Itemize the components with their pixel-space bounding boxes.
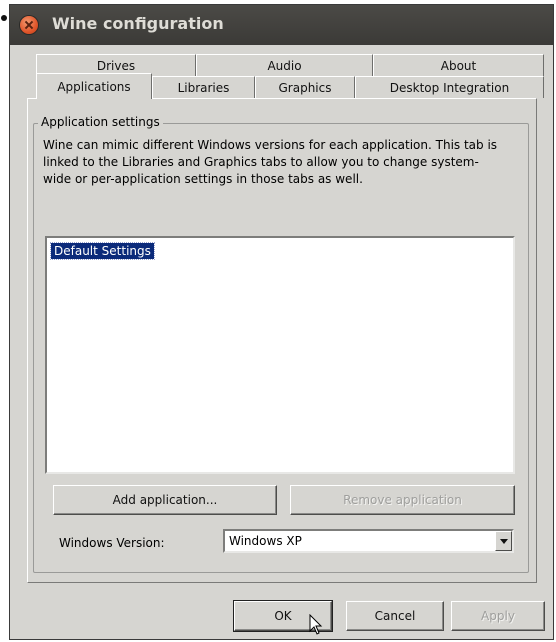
apply-label: Apply (481, 609, 515, 623)
tab-audio[interactable]: Audio (196, 54, 373, 76)
tab-row-front: Applications Libraries Graphics Desktop … (36, 73, 544, 99)
remove-application-button[interactable]: Remove application (290, 485, 515, 515)
windows-version-value: Windows XP (229, 534, 302, 548)
close-icon[interactable] (20, 16, 38, 34)
apply-button[interactable]: Apply (451, 601, 545, 631)
add-application-button[interactable]: Add application... (53, 485, 277, 515)
tab-applications[interactable]: Applications (36, 73, 152, 99)
windows-version-label: Windows Version: (59, 536, 165, 550)
description-text: Wine can mimic different Windows version… (43, 138, 498, 186)
bullet-marker (1, 15, 7, 21)
application-list[interactable]: Default Settings (45, 236, 515, 474)
mouse-pointer-icon (309, 614, 323, 635)
tab-desktop-integration[interactable]: Desktop Integration (355, 76, 544, 98)
tab-graphics[interactable]: Graphics (255, 76, 355, 98)
add-application-label: Add application... (112, 493, 218, 507)
title-bar[interactable]: Wine configuration (10, 5, 553, 45)
window-title: Wine configuration (52, 14, 224, 33)
chevron-down-icon[interactable] (495, 531, 512, 551)
ok-label: OK (274, 609, 292, 623)
remove-application-label: Remove application (343, 493, 462, 507)
list-item-default-settings[interactable]: Default Settings (50, 242, 155, 260)
cancel-button[interactable]: Cancel (346, 601, 444, 631)
group-title: Application settings (38, 115, 163, 129)
cancel-label: Cancel (374, 609, 416, 623)
windows-version-select[interactable]: Windows XP (223, 529, 514, 553)
tab-libraries[interactable]: Libraries (152, 76, 255, 98)
tab-about[interactable]: About (373, 54, 544, 76)
